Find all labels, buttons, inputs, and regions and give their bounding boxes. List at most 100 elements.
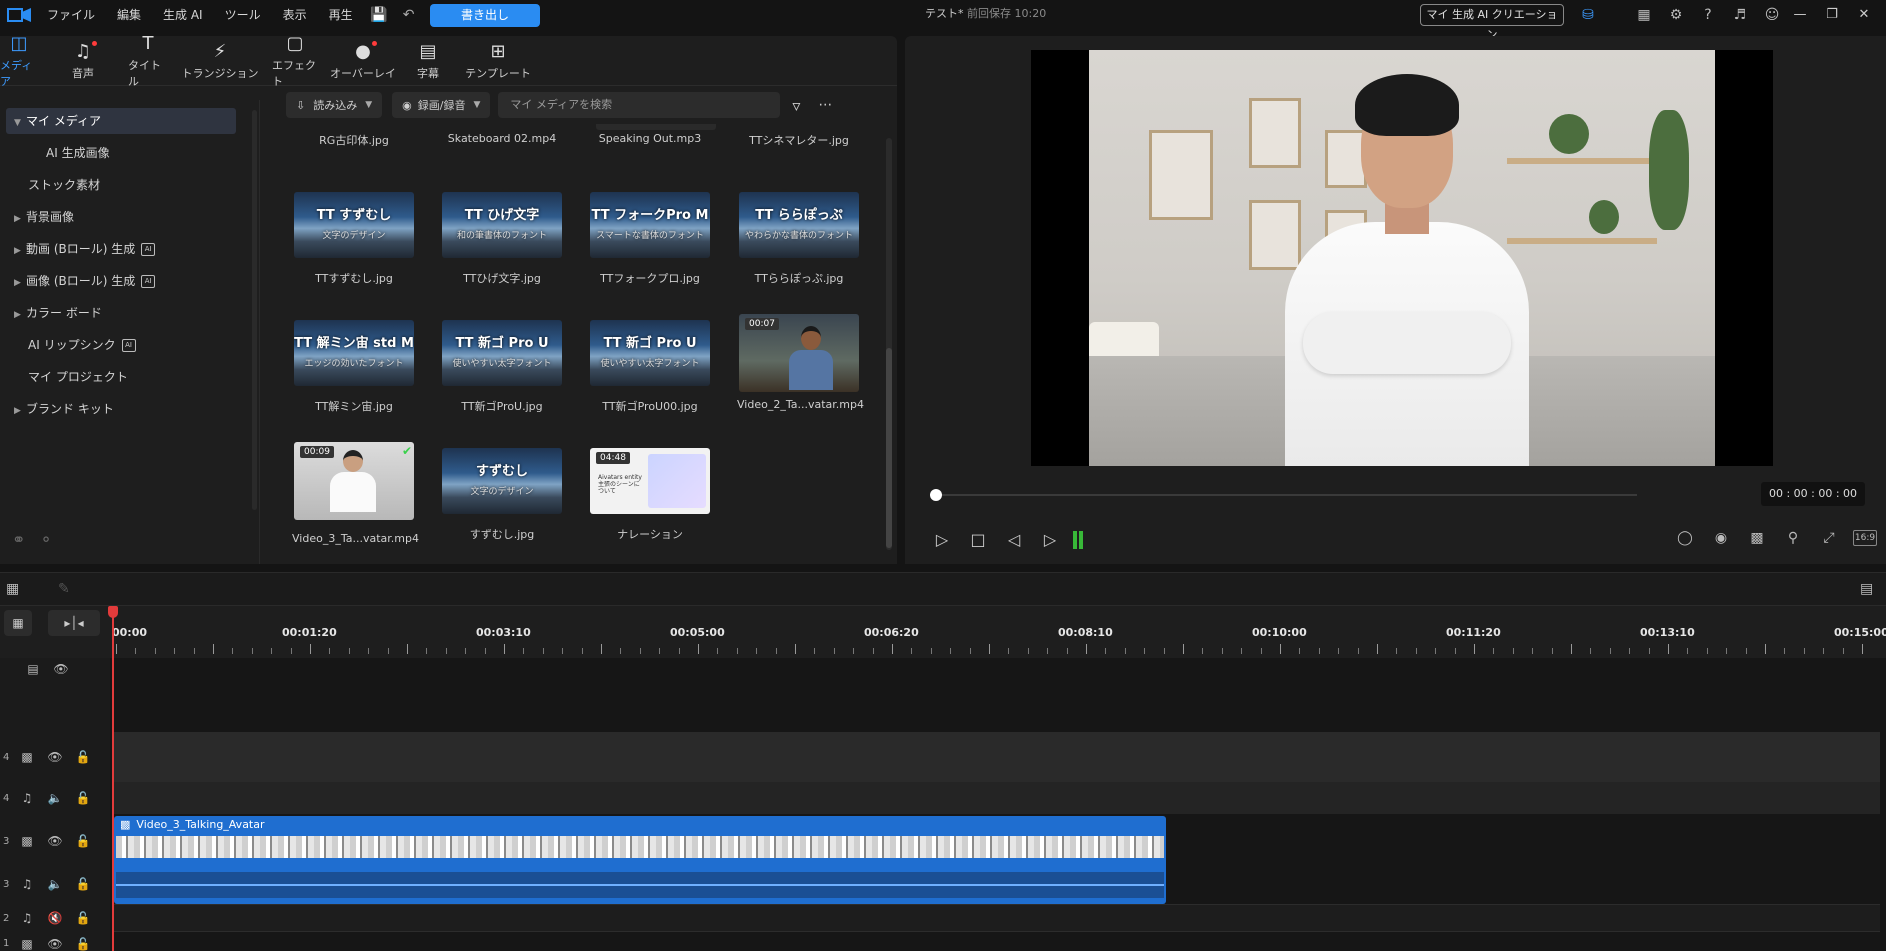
- tab-title[interactable]: T タイトル: [128, 33, 168, 88]
- lock-icon[interactable]: 🔓: [69, 750, 97, 764]
- media-item[interactable]: TT 新ゴ Pro U 使いやすい太字フォント TT新ゴProU00.jpg: [588, 320, 712, 414]
- lock-icon[interactable]: 🔓: [69, 791, 97, 805]
- eye-icon[interactable]: 👁: [41, 834, 69, 848]
- play-icon[interactable]: ▷: [929, 530, 955, 549]
- settings-gear-icon[interactable]: ⚙: [1664, 4, 1688, 26]
- sidebar-item-color-board[interactable]: ▶ カラー ボード: [14, 300, 102, 326]
- eye-icon[interactable]: 👁: [47, 662, 75, 676]
- menu-tools[interactable]: ツール: [214, 0, 272, 30]
- media-item[interactable]: TT ららぽっぷ やわらかな書体のフォント TTららぽっぷ.jpg: [737, 192, 861, 286]
- timeline-settings-icon[interactable]: ▤: [1860, 581, 1873, 597]
- export-button[interactable]: 書き出し: [430, 4, 540, 27]
- fullscreen-icon[interactable]: ⤢: [1817, 530, 1841, 546]
- speaker-icon[interactable]: 🔈: [41, 877, 69, 891]
- tab-media[interactable]: ◫ メディア: [0, 33, 38, 88]
- lock-icon[interactable]: 🔓: [69, 911, 97, 925]
- speaker-muted-icon[interactable]: 🔇: [41, 911, 69, 925]
- menu-edit[interactable]: 編集: [106, 0, 152, 30]
- tab-template[interactable]: ⊞ テンプレート: [448, 36, 548, 86]
- media-item[interactable]: TT ひげ文字 和の筆書体のフォント TTひげ文字.jpg: [440, 192, 564, 286]
- media-item[interactable]: TT フォークPro M スマートな書体のフォント TTフォークプロ.jpg: [588, 192, 712, 286]
- audio-track-4[interactable]: [112, 782, 1880, 814]
- menu-file[interactable]: ファイル: [36, 0, 106, 30]
- lock-icon[interactable]: 🔓: [69, 877, 97, 891]
- media-scrollbar[interactable]: [886, 138, 892, 550]
- playhead-handle[interactable]: [108, 606, 118, 618]
- media-item[interactable]: TT すずむし 文字のデザイン TTすずむし.jpg: [292, 192, 416, 286]
- more-options-icon[interactable]: ⋯: [818, 97, 832, 113]
- menu-view[interactable]: 表示: [272, 0, 318, 30]
- layout-icon[interactable]: ▦: [1632, 4, 1656, 26]
- media-item[interactable]: 00:09 ✔ Video_3_Ta...vatar.mp4: [292, 442, 419, 545]
- notification-icon[interactable]: ♬: [1728, 4, 1752, 26]
- tab-overlay[interactable]: ● オーバーレイ: [318, 36, 408, 86]
- playhead[interactable]: [112, 608, 114, 951]
- sidebar-item-my-projects[interactable]: マイ プロジェクト: [28, 364, 128, 390]
- import-button[interactable]: ⇩ 読み込み ▼: [286, 92, 383, 118]
- menu-genai[interactable]: 生成 AI: [152, 0, 214, 30]
- minimize-icon[interactable]: —: [1784, 0, 1816, 30]
- tab-effect[interactable]: ▢ エフェクト: [272, 33, 318, 88]
- robot-icon[interactable]: ⛁: [1576, 4, 1600, 26]
- zoom-icon[interactable]: ⚲: [1781, 530, 1805, 546]
- snapshot-icon[interactable]: ◯: [1673, 530, 1697, 546]
- tab-audio[interactable]: ♫ 音声: [38, 36, 128, 86]
- prev-frame-icon[interactable]: ◁: [1001, 530, 1027, 549]
- sidebar-item-video-broll[interactable]: ▶ 動画 (Bロール) 生成 AI: [14, 236, 156, 262]
- save-icon[interactable]: 💾: [368, 4, 390, 26]
- scrollbar-thumb[interactable]: [886, 348, 892, 548]
- media-item[interactable]: すずむし 文字のデザイン すずむし.jpg: [440, 448, 564, 542]
- sidebar-scrollbar[interactable]: [252, 110, 257, 510]
- sidebar-item-ai-images[interactable]: AI 生成画像: [46, 140, 110, 166]
- eye-icon[interactable]: 👁: [41, 750, 69, 764]
- tab-transition[interactable]: ⚡ トランジション: [168, 36, 272, 86]
- seek-handle[interactable]: [930, 489, 942, 501]
- media-item[interactable]: 00:07 Video_2_Ta...vatar.mp4: [737, 314, 864, 411]
- tab-subtitle[interactable]: ▤ 字幕: [408, 36, 448, 86]
- lock-icon[interactable]: 🔓: [69, 834, 97, 848]
- account-icon[interactable]: ☺: [1760, 4, 1784, 26]
- sidebar-item-backgrounds[interactable]: ▶ 背景画像: [14, 204, 74, 230]
- filter-icon[interactable]: ▿: [792, 96, 800, 115]
- eye-icon[interactable]: 👁: [41, 937, 69, 951]
- edit-pen-icon[interactable]: ✎: [58, 581, 70, 597]
- volume-meter-icon[interactable]: [1073, 530, 1083, 549]
- track-manager-icon[interactable]: ▦: [6, 581, 19, 597]
- sidebar-item-image-broll[interactable]: ▶ 画像 (Bロール) 生成 AI: [14, 268, 156, 294]
- search-input[interactable]: マイ メディアを検索: [498, 92, 781, 118]
- add-track-button[interactable]: ▦: [4, 610, 32, 636]
- menu-playback[interactable]: 再生: [318, 0, 364, 30]
- media-item[interactable]: Aivatars entity 主張のシーンについて 04:48 ナレーション: [588, 448, 712, 542]
- seek-bar[interactable]: [935, 494, 1637, 496]
- media-item[interactable]: TT 解ミン宙 std M エッジの効いたフォント TT解ミン宙.jpg: [292, 320, 416, 414]
- stop-icon[interactable]: □: [965, 530, 991, 549]
- help-icon[interactable]: ?: [1696, 4, 1720, 26]
- media-item[interactable]: TTシネマレター.jpg: [737, 132, 861, 148]
- preview-quality-icon[interactable]: ◉: [1709, 530, 1733, 546]
- sidebar-item-lipsync[interactable]: AI リップシンク AI: [28, 332, 136, 358]
- genai-creations-button[interactable]: マイ 生成 AI クリエーション: [1420, 4, 1564, 41]
- media-item[interactable]: Speaking Out.mp3: [588, 132, 712, 145]
- record-button[interactable]: ◉ 録画/録音 ▼: [392, 92, 491, 118]
- media-item[interactable]: TT 新ゴ Pro U 使いやすい太字フォント TT新ゴProU.jpg: [440, 320, 564, 414]
- sidebar-item-brand-kit[interactable]: ▶ ブランド キット: [14, 396, 114, 422]
- undo-icon[interactable]: ↶: [398, 4, 420, 26]
- fit-timeline-button[interactable]: ▸│◂: [48, 610, 100, 636]
- lock-icon[interactable]: 🔓: [69, 937, 97, 951]
- sidebar-item-stock[interactable]: ストック素材: [28, 172, 100, 198]
- media-item[interactable]: RG古印体.jpg: [292, 132, 416, 148]
- add-tag-icon[interactable]: ⚭: [12, 530, 25, 549]
- next-frame-icon[interactable]: ▷: [1037, 530, 1063, 549]
- restore-icon[interactable]: ❐: [1816, 0, 1848, 30]
- audio-track-2[interactable]: [112, 904, 1880, 932]
- preview-video[interactable]: [1031, 50, 1773, 466]
- timeline-clip[interactable]: ▩ Video_3_Talking_Avatar: [114, 816, 1166, 904]
- timeline-ruler[interactable]: ▦ ▸│◂ 00:00 00:01:20 00:03:10 00:05:00 0…: [0, 606, 1886, 658]
- media-item[interactable]: Skateboard 02.mp4: [440, 132, 564, 145]
- remove-tag-icon[interactable]: ⚬: [39, 530, 52, 549]
- safe-zone-icon[interactable]: ▩: [1745, 530, 1769, 546]
- video-track-4[interactable]: [112, 732, 1880, 782]
- sidebar-item-my-media[interactable]: ▼ マイ メディア: [6, 108, 236, 134]
- close-icon[interactable]: ✕: [1848, 0, 1880, 30]
- aspect-ratio-icon[interactable]: 16:9: [1853, 530, 1877, 546]
